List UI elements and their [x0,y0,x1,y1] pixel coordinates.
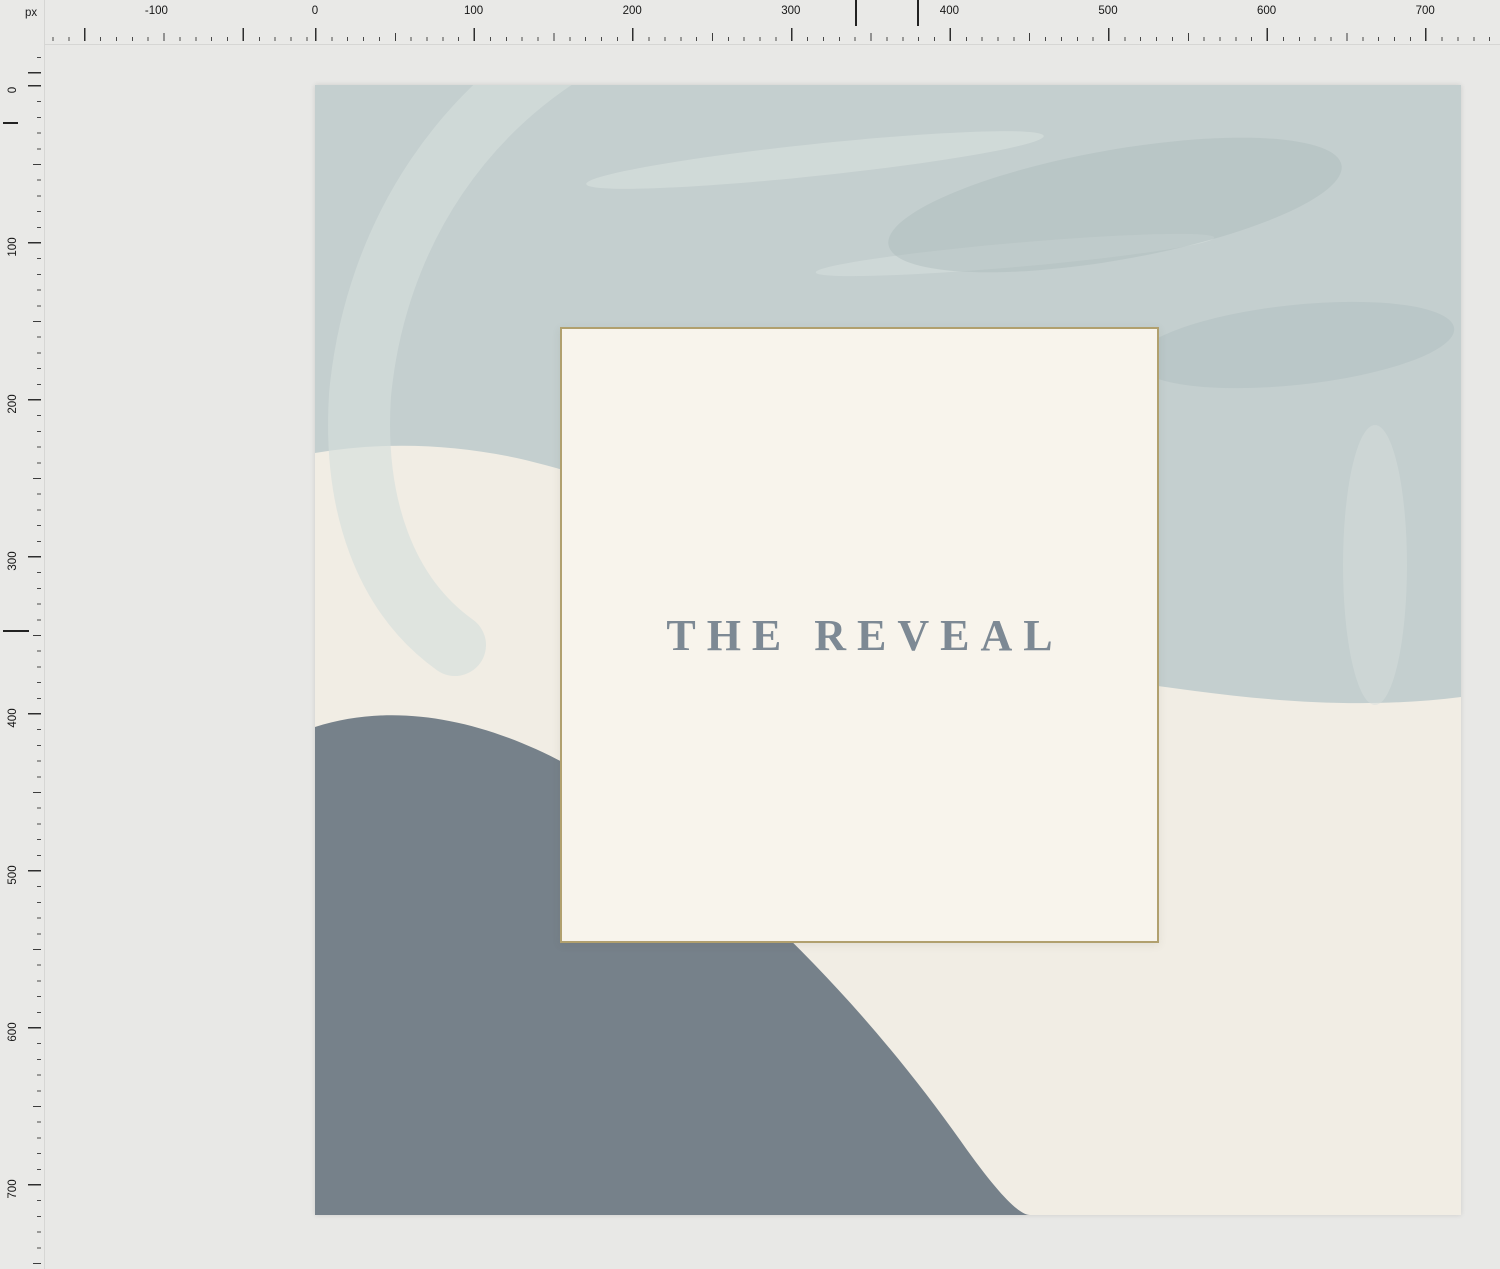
ruler-marker [917,0,919,26]
ruler-horizontal-label: 400 [940,5,959,17]
ruler-vertical[interactable]: 0 100 200 300 400 500 600 700 [0,0,45,1269]
ruler-horizontal-label: 100 [464,5,483,17]
ruler-horizontal-label: 500 [1098,5,1117,17]
ruler-vertical-label: 700 [7,1179,19,1198]
ruler-horizontal-label: 700 [1416,5,1435,17]
app-window: THE REVEAL -100 0 100 200 300 400 500 600 700 0 1… [0,0,1500,1269]
ruler-vertical-label: 600 [7,1022,19,1041]
ruler-horizontal-label: 0 [312,5,318,17]
ruler-vertical-label: 100 [7,237,19,256]
card-title[interactable]: THE REVEAL [655,610,1063,661]
ruler-unit-label: px [25,7,37,19]
ruler-horizontal-label: 600 [1257,5,1276,17]
design-canvas[interactable]: THE REVEAL [315,85,1461,1215]
ruler-horizontal-label: 300 [781,5,800,17]
ruler-vertical-label: 0 [7,87,19,93]
light-streak [1343,425,1407,705]
ruler-corner: px [0,0,44,44]
ruler-marker [855,0,857,26]
ruler-vertical-label: 500 [7,865,19,884]
ruler-horizontal[interactable]: -100 0 100 200 300 400 500 600 700 [0,0,1500,45]
ruler-vertical-label: 400 [7,708,19,727]
ruler-horizontal-major-ticks [0,28,1500,41]
ruler-vertical-label: 200 [7,394,19,413]
ruler-horizontal-label: 200 [623,5,642,17]
ruler-vertical-label: 300 [7,551,19,570]
reveal-card[interactable]: THE REVEAL [560,327,1159,943]
ruler-horizontal-label: -100 [145,5,168,17]
ruler-vertical-major-ticks [28,0,41,1269]
ruler-marker [3,630,29,632]
ruler-marker [3,122,18,124]
